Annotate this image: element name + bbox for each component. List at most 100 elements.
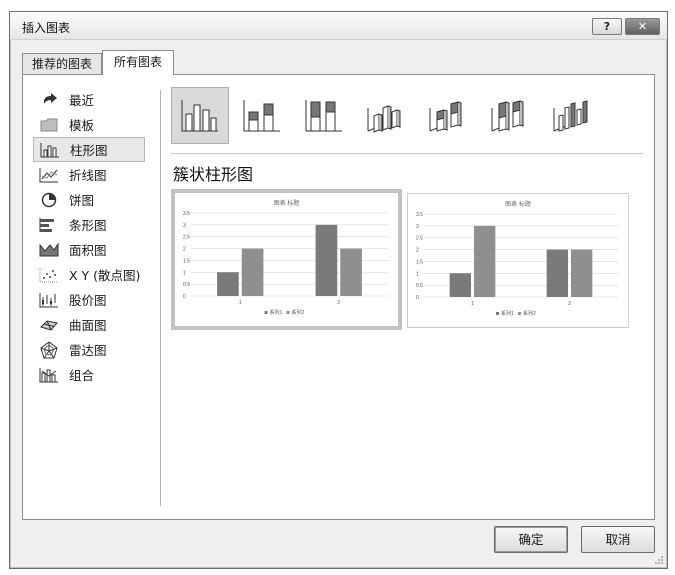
- sidebar-item-line[interactable]: 折线图: [33, 162, 145, 187]
- y-tick-label: 3.5: [416, 212, 423, 218]
- chart-preview-1[interactable]: 图表 标题 0 0.5 1 1.5 2 2.5 3 3.5 1 2 系列1 系列2: [171, 189, 402, 330]
- chart-bar: [315, 224, 338, 296]
- column-chart-icon: [40, 141, 60, 159]
- chart-title: 图表 标题: [274, 199, 300, 207]
- y-tick-label: 0: [416, 295, 419, 301]
- y-tick-label: 1.5: [183, 258, 190, 264]
- cancel-button[interactable]: 取消: [581, 526, 655, 553]
- chart-bar: [474, 225, 496, 297]
- chart-bar: [449, 273, 471, 297]
- chart-preview-2[interactable]: 图表 标题 0 0.5 1 1.5 2 2.5 3 3.5 1 2 系列1 系列2: [407, 193, 629, 328]
- 3d-stacked-column-icon: [429, 100, 462, 132]
- chart-subtype-row: [171, 87, 651, 147]
- y-tick-label: 2: [416, 248, 419, 254]
- recent-icon: [39, 91, 59, 109]
- panel-divider: [160, 90, 161, 506]
- x-tick-label: 2: [568, 301, 571, 307]
- subtype-3d-stacked-column[interactable]: [419, 87, 477, 144]
- sidebar-item-bar[interactable]: 条形图: [33, 212, 145, 237]
- y-tick-label: 1: [183, 270, 186, 276]
- sidebar-item-label: 最近: [69, 93, 95, 108]
- resize-grip-icon[interactable]: [654, 555, 664, 565]
- y-tick-label: 3: [416, 224, 419, 230]
- sidebar-item-radar[interactable]: 雷达图: [33, 337, 145, 362]
- sidebar-item-label: 股价图: [69, 293, 107, 308]
- line-chart-icon: [39, 166, 59, 184]
- sidebar-item-label: 饼图: [69, 193, 95, 208]
- y-tick-label: 2: [183, 247, 186, 253]
- legend-entry: 系列1: [501, 310, 514, 317]
- help-button[interactable]: ?: [592, 18, 622, 35]
- y-tick-label: 1: [416, 271, 419, 277]
- y-tick-label: 0: [183, 294, 186, 300]
- x-tick-label: 1: [239, 300, 242, 306]
- y-tick-label: 3.5: [183, 211, 190, 217]
- stacked-column-icon: [243, 99, 280, 131]
- subtype-3d-100-stacked-column[interactable]: [481, 87, 539, 144]
- subtype-clustered-column[interactable]: [171, 87, 229, 144]
- sidebar-item-label: 雷达图: [69, 343, 107, 358]
- subtype-3d-column[interactable]: [543, 87, 601, 144]
- legend-swatch: [286, 311, 290, 314]
- ok-button[interactable]: 确定: [494, 526, 568, 553]
- legend-swatch: [264, 311, 268, 314]
- y-tick-label: 2.5: [416, 236, 423, 242]
- sidebar-item-label: 曲面图: [69, 318, 107, 333]
- subtype-100-stacked-column[interactable]: [295, 87, 353, 144]
- surface-chart-icon: [39, 316, 59, 334]
- legend-entry: 系列2: [523, 310, 536, 317]
- tab-all-charts[interactable]: 所有图表: [102, 50, 174, 75]
- close-button[interactable]: ✕: [625, 18, 660, 35]
- title-bar: 插入图表 ? ✕: [10, 12, 667, 40]
- sidebar-item-column[interactable]: 柱形图: [33, 137, 145, 162]
- chart-bar: [217, 272, 239, 296]
- chart-bar: [546, 249, 568, 297]
- tab-recommended-charts[interactable]: 推荐的图表: [22, 53, 102, 75]
- y-tick-label: 1.5: [416, 259, 423, 265]
- 3d-column-icon: [553, 99, 588, 132]
- preview-chart-2-svg: 图表 标题 0 0.5 1 1.5 2 2.5 3 3.5 1 2 系列1 系列2: [416, 200, 618, 317]
- combo-chart-icon: [39, 366, 59, 384]
- sidebar-item-recent[interactable]: 最近: [33, 87, 145, 112]
- sidebar-item-label: X Y (散点图): [69, 268, 141, 283]
- sidebar-item-area[interactable]: 面积图: [33, 237, 145, 262]
- chart-category-list: 最近 模板 柱形图 折线图 饼图 条形图 面积图 X Y (散点图) 股价图 曲…: [33, 87, 145, 387]
- sidebar-item-templates[interactable]: 模板: [33, 112, 145, 137]
- radar-chart-icon: [39, 340, 59, 359]
- preview-chart-1-svg: 图表 标题 0 0.5 1 1.5 2 2.5 3 3.5 1 2 系列1 系列2: [183, 199, 388, 316]
- subtype-stacked-column[interactable]: [233, 87, 291, 144]
- sidebar-item-surface[interactable]: 曲面图: [33, 312, 145, 337]
- chart-bar: [571, 249, 593, 297]
- sidebar-item-label: 面积图: [69, 243, 107, 258]
- sidebar-item-stock[interactable]: 股价图: [33, 287, 145, 312]
- y-tick-label: 3: [183, 223, 186, 229]
- chart-bar: [241, 248, 264, 296]
- clustered-column-icon: [181, 99, 218, 131]
- 3d-clustered-column-icon: [367, 104, 401, 133]
- sidebar-item-label: 折线图: [69, 168, 107, 183]
- subtype-title: 簇状柱形图: [173, 165, 254, 184]
- subtype-3d-clustered-column[interactable]: [357, 87, 415, 144]
- 100-stacked-column-icon: [305, 99, 342, 131]
- all-charts-panel: 最近 模板 柱形图 折线图 饼图 条形图 面积图 X Y (散点图) 股价图 曲…: [22, 74, 655, 520]
- subtype-divider: [171, 153, 643, 154]
- x-tick-label: 2: [337, 300, 340, 306]
- pie-chart-icon: [39, 191, 59, 209]
- dialog-title: 插入图表: [22, 21, 71, 35]
- sidebar-item-pie[interactable]: 饼图: [33, 187, 145, 212]
- legend-entry: 系列1: [270, 309, 283, 316]
- bar-chart-icon: [39, 216, 59, 234]
- sidebar-item-scatter[interactable]: X Y (散点图): [33, 262, 145, 287]
- x-tick-label: 1: [471, 301, 474, 307]
- area-chart-icon: [39, 241, 59, 259]
- y-tick-label: 2.5: [183, 235, 190, 241]
- sidebar-item-label: 模板: [69, 118, 95, 133]
- legend-swatch: [518, 312, 521, 315]
- insert-chart-dialog: 插入图表 ? ✕ 推荐的图表 所有图表 最近 模板 柱形图 折线图 饼图 条形图…: [9, 11, 668, 569]
- y-tick-label: 0.5: [183, 282, 190, 288]
- chart-title: 图表 标题: [505, 200, 531, 208]
- 3d-100-stacked-column-icon: [491, 99, 524, 132]
- sidebar-item-label: 柱形图: [70, 143, 108, 158]
- y-tick-label: 0.5: [416, 283, 423, 289]
- sidebar-item-combo[interactable]: 组合: [33, 362, 145, 387]
